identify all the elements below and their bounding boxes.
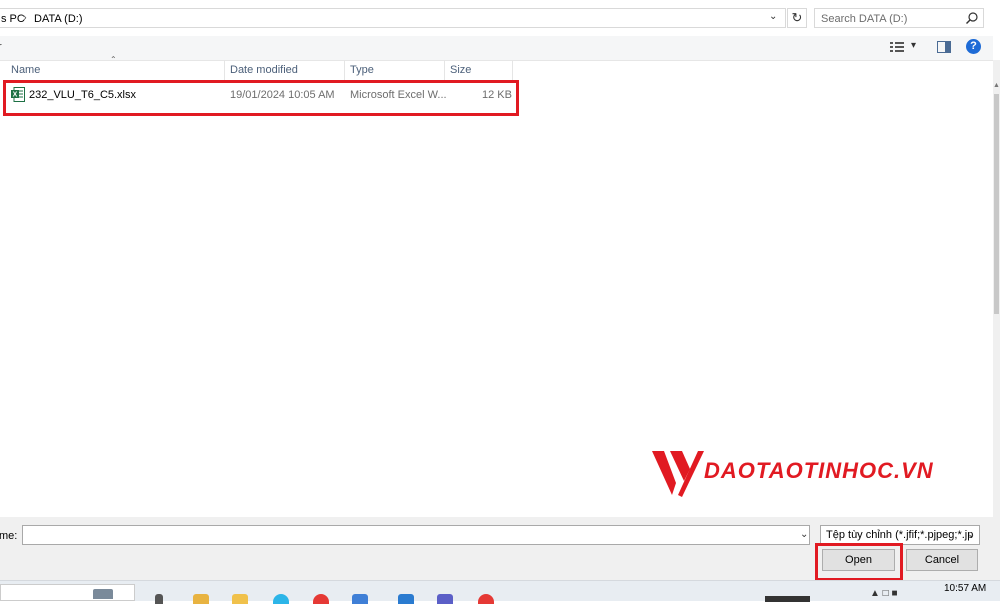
taskbar: ▲ □ ■ 10:57 AM <box>0 580 1000 604</box>
refresh-icon: ↻ <box>791 10 803 25</box>
watermark-text: DAOTAOTINHOC.VN <box>704 458 934 483</box>
column-header-name[interactable]: Name <box>6 60 225 81</box>
file-name-dropdown-icon[interactable]: ⌄ <box>800 529 808 540</box>
toolbar-left-label[interactable]: r <box>0 41 2 53</box>
search-icon[interactable] <box>965 11 979 25</box>
search-input[interactable]: Search DATA (D:) <box>814 8 984 28</box>
file-type-selected: Tệp tùy chỉnh (*.jfif;*.pjpeg;*.jp <box>826 529 974 541</box>
file-type-select[interactable]: Tệp tùy chỉnh (*.jfif;*.pjpeg;*.jp ⌄ <box>820 525 980 545</box>
highlight-box-file <box>3 80 519 116</box>
task-view-icon[interactable] <box>155 594 163 604</box>
watermark-logo: DAOTAOTINHOC.VN <box>652 447 952 499</box>
edge-taskbar-icon[interactable] <box>273 594 289 604</box>
taskbar-search-image-icon <box>93 589 113 599</box>
view-options-icon[interactable] <box>890 41 906 53</box>
tray-preview-thumbnail[interactable] <box>765 596 810 602</box>
cancel-button[interactable]: Cancel <box>906 549 978 571</box>
chevron-down-icon[interactable]: ⌄ <box>967 529 975 540</box>
scrollbar-thumb[interactable] <box>994 94 999 314</box>
taskbar-clock[interactable]: 10:57 AM <box>944 583 986 594</box>
tray-icons[interactable]: ▲ □ ■ <box>870 588 898 599</box>
breadcrumb-separator: › <box>23 12 27 24</box>
toolbar: r ▾ ? <box>0 36 993 61</box>
store-taskbar-icon[interactable] <box>398 594 414 604</box>
address-bar-area: s PC › DATA (D:) ⌄ ↻ Search DATA (D:) <box>0 0 1000 36</box>
preview-pane-icon[interactable] <box>937 41 951 53</box>
vertical-scrollbar[interactable]: ▲ <box>993 60 1000 570</box>
search-placeholder: Search DATA (D:) <box>821 13 908 25</box>
view-dropdown-icon[interactable]: ▾ <box>911 40 916 51</box>
breadcrumb-data-drive[interactable]: DATA (D:) <box>34 13 82 25</box>
scroll-up-icon[interactable]: ▲ <box>993 82 1000 89</box>
chrome-taskbar-icon[interactable] <box>313 594 329 604</box>
chevron-down-icon[interactable]: ⌄ <box>769 11 777 22</box>
teams-taskbar-icon[interactable] <box>437 594 453 604</box>
app-red-taskbar-icon[interactable] <box>478 594 494 604</box>
column-header-date-modified[interactable]: Date modified <box>225 60 345 81</box>
help-icon[interactable]: ? <box>966 39 981 54</box>
file-explorer-taskbar-icon[interactable] <box>193 594 209 604</box>
refresh-button[interactable]: ↻ <box>787 8 807 28</box>
app-taskbar-icon[interactable] <box>352 594 368 604</box>
column-header-size[interactable]: Size <box>445 60 513 81</box>
taskbar-search-box[interactable] <box>0 584 135 601</box>
file-name-input[interactable] <box>22 525 810 545</box>
highlight-box-open <box>815 543 903 581</box>
file-name-label: me: <box>0 530 18 542</box>
logo-v-icon <box>652 451 704 497</box>
column-header-type[interactable]: Type <box>345 60 445 81</box>
breadcrumb-this-pc[interactable]: s PC <box>1 13 25 25</box>
breadcrumb[interactable]: s PC › DATA (D:) ⌄ <box>0 8 786 28</box>
folder-taskbar-icon[interactable] <box>232 594 248 604</box>
